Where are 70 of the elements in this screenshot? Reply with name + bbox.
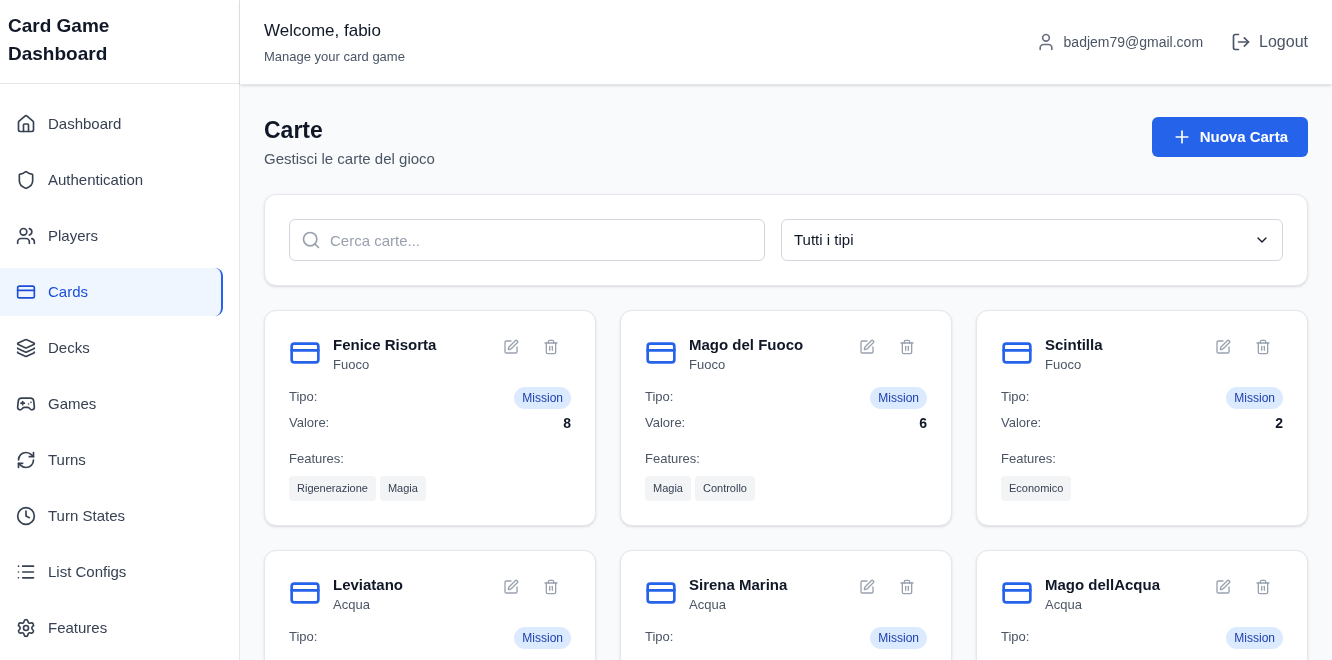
list-icon <box>16 562 36 582</box>
sidebar-item[interactable]: Decks <box>0 324 223 372</box>
card-element: Acqua <box>1045 595 1083 614</box>
value-label: Valore: <box>645 414 686 432</box>
feature-tag: Rigenerazione <box>289 476 376 501</box>
users-icon <box>16 226 36 246</box>
card-name: Mago dellAcqua <box>1045 574 1161 595</box>
new-card-button[interactable]: Nuova Carta <box>1151 117 1308 157</box>
card-element: Fuoco <box>1045 356 1083 374</box>
sidebar-item[interactable]: Players <box>0 212 223 260</box>
sidebar-item[interactable]: Games <box>0 380 223 428</box>
gamepad-icon <box>16 394 36 414</box>
logout-button[interactable]: Logout <box>1231 30 1308 54</box>
sidebar-item[interactable]: Dashboard <box>0 100 223 148</box>
sidebar-item[interactable]: Cards <box>0 268 223 316</box>
card-value: 8 <box>563 414 571 433</box>
feature-tag: Magia <box>645 476 691 501</box>
card-element: Acqua <box>689 595 727 614</box>
type-label: Tipo: <box>1001 627 1030 646</box>
card-element: Fuoco <box>689 356 727 374</box>
search-field[interactable]: Cerca carte... <box>289 219 765 261</box>
page-subtitle: Gestisci le carte del gioco <box>264 148 435 169</box>
welcome-text: Welcome, fabio <box>264 19 382 42</box>
type-tag: Mission <box>1226 626 1283 649</box>
features-label: Features: <box>1001 451 1056 466</box>
layers-icon <box>16 338 36 358</box>
logout-icon <box>1231 32 1252 52</box>
sidebar-item[interactable]: Features <box>0 604 223 652</box>
shield-icon <box>16 170 36 190</box>
clock-icon <box>16 506 36 526</box>
user-email: badjem79@gmail.com <box>1063 32 1204 52</box>
type-label: Tipo: <box>289 388 318 406</box>
card-value: 6 <box>919 414 927 433</box>
welcome-subtitle: Manage your card game <box>264 48 406 66</box>
features-label: Features: <box>289 451 344 466</box>
type-select[interactable]: Tutti i tipi <box>781 219 1283 261</box>
value-label: Valore: <box>289 414 330 432</box>
type-tag: Mission <box>1226 387 1283 409</box>
type-label: Tipo: <box>289 627 318 646</box>
type-tag: Mission <box>514 387 571 409</box>
card-element: Acqua <box>333 595 371 614</box>
sidebar-item[interactable]: Turn States <box>0 492 223 540</box>
type-label: Tipo: <box>1001 388 1030 406</box>
settings-icon <box>16 618 36 638</box>
card-name: Sirena Marina <box>689 574 789 595</box>
type-label: Tipo: <box>645 627 674 646</box>
card-value: 2 <box>1275 414 1283 433</box>
features-label: Features: <box>645 451 700 466</box>
card-name: Mago del Fuoco <box>689 335 805 355</box>
app-title: Card Game Dashboard <box>8 14 111 66</box>
page-title: Carte <box>264 116 324 145</box>
feature-tag: Magia <box>379 476 426 501</box>
sidebar-item[interactable]: Turns <box>0 436 223 484</box>
card-name: Scintilla <box>1045 335 1104 355</box>
house-icon <box>16 114 36 134</box>
card-name: Fenice Risorta <box>333 335 438 355</box>
feature-tag: Controllo <box>694 476 755 501</box>
type-tag: Mission <box>514 626 571 649</box>
credit-card-icon <box>16 282 36 302</box>
sidebar-item[interactable]: List Configs <box>0 548 223 596</box>
type-tag: Mission <box>870 387 927 409</box>
type-label: Tipo: <box>645 388 674 406</box>
card-name: Leviatano <box>333 574 405 595</box>
feature-tag: Economico <box>1001 476 1072 501</box>
search-icon <box>301 230 321 250</box>
card-element: Fuoco <box>333 356 371 374</box>
sidebar-item[interactable]: Authentication <box>0 156 223 204</box>
value-label: Valore: <box>1001 414 1042 432</box>
type-tag: Mission <box>870 626 927 649</box>
refresh-icon <box>16 450 36 470</box>
